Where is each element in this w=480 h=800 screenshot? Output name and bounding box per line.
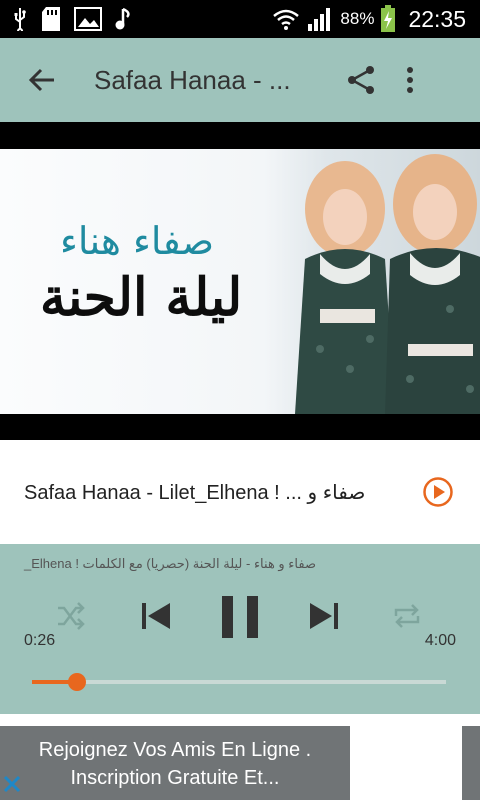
track-marquee: صفاء و هناء - ليلة الحنة (حصريا) مع الكل… [24,556,316,571]
now-playing-row[interactable]: Safaa Hanaa - Lilet_Elhena ! ... صفاء و [0,440,480,544]
singers-photo [295,154,480,414]
cover-art: صفاء هناء ليلة الحنة [0,149,480,414]
battery-percent: 88% [340,9,375,28]
skip-next-icon[interactable] [308,600,340,632]
ad-content[interactable]: Rejoignez Vos Amis En Ligne . Inscriptio… [0,726,350,800]
cover-title-text: ليلة الحنة [40,267,243,328]
ad-line-2: Inscription Gratuite Et... [70,767,280,789]
app-bar: Safaa Hanaa - ... [0,38,480,122]
more-options-icon[interactable] [406,66,414,94]
shuffle-icon[interactable] [56,602,86,630]
image-icon [74,7,102,31]
battery-charging-icon [381,5,396,32]
cover-artist-text: صفاء هناء [60,219,214,263]
clock: 22:35 [408,5,466,32]
cover-band: صفاء هناء ليلة الحنة [0,122,480,440]
back-arrow-icon[interactable] [28,66,56,94]
usb-icon [14,8,26,31]
track-label: Safaa Hanaa - Lilet_Elhena ! ... صفاء و [24,481,366,504]
seek-bar[interactable] [32,673,446,691]
repeat-icon[interactable] [392,602,422,630]
player-panel: صفاء و هناء - ليلة الحنة (حصريا) مع الكل… [0,544,480,714]
ad-side-strip [462,726,480,800]
skip-previous-icon[interactable] [140,600,172,632]
elapsed-time: 0:26 [24,632,56,649]
share-icon[interactable] [346,65,376,95]
close-icon[interactable] [2,774,22,794]
status-bar: 88% 22:35 [0,0,480,38]
pause-icon[interactable] [220,596,260,638]
ad-banner[interactable]: Rejoignez Vos Amis En Ligne . Inscriptio… [0,714,480,800]
seek-thumb[interactable] [68,673,86,691]
play-circle-icon[interactable] [422,476,454,508]
sd-card-icon [42,7,60,31]
ad-line-1: Rejoignez Vos Amis En Ligne . [38,739,312,761]
signal-icon [308,8,331,31]
wifi-icon [273,9,300,30]
total-time: 4:00 [424,632,456,649]
page-title: Safaa Hanaa - ... [94,64,291,95]
music-note-icon [115,7,130,30]
